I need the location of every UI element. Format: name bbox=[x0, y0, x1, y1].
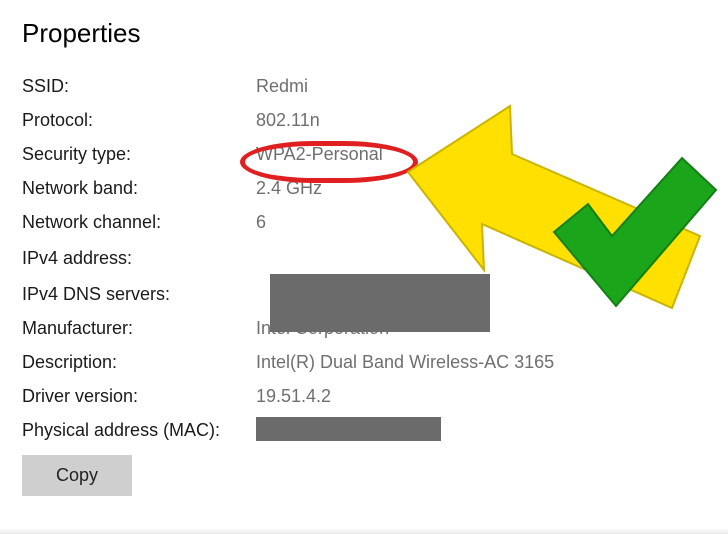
value-band: 2.4 GHz bbox=[256, 179, 322, 197]
value-description: Intel(R) Dual Band Wireless-AC 3165 bbox=[256, 353, 554, 371]
row-mac: Physical address (MAC): bbox=[22, 413, 706, 447]
label-description: Description: bbox=[22, 353, 256, 371]
value-protocol: 802.11n bbox=[256, 111, 320, 129]
label-channel: Network channel: bbox=[22, 213, 256, 231]
label-ipv4: IPv4 address: bbox=[22, 249, 256, 267]
value-driver: 19.51.4.2 bbox=[256, 387, 331, 405]
row-description: Description: Intel(R) Dual Band Wireless… bbox=[22, 345, 706, 379]
value-channel: 6 bbox=[256, 213, 266, 231]
label-ssid: SSID: bbox=[22, 77, 256, 95]
label-driver: Driver version: bbox=[22, 387, 256, 405]
value-ssid: Redmi bbox=[256, 77, 308, 95]
row-band: Network band: 2.4 GHz bbox=[22, 171, 706, 205]
label-manufacturer: Manufacturer: bbox=[22, 319, 256, 337]
value-security: WPA2-Personal bbox=[256, 145, 383, 163]
redacted-ipv4-dns bbox=[270, 274, 490, 332]
row-protocol: Protocol: 802.11n bbox=[22, 103, 706, 137]
row-channel: Network channel: 6 bbox=[22, 205, 706, 239]
redacted-mac bbox=[256, 417, 441, 441]
label-mac: Physical address (MAC): bbox=[22, 421, 256, 439]
properties-panel: Properties SSID: Redmi Protocol: 802.11n… bbox=[0, 0, 728, 504]
label-band: Network band: bbox=[22, 179, 256, 197]
row-ssid: SSID: Redmi bbox=[22, 69, 706, 103]
page-title: Properties bbox=[22, 18, 706, 49]
row-driver: Driver version: 19.51.4.2 bbox=[22, 379, 706, 413]
copy-button[interactable]: Copy bbox=[22, 455, 132, 496]
row-security: Security type: WPA2-Personal bbox=[22, 137, 706, 171]
label-dns: IPv4 DNS servers: bbox=[22, 285, 256, 303]
label-security: Security type: bbox=[22, 145, 256, 163]
label-protocol: Protocol: bbox=[22, 111, 256, 129]
row-ipv4: IPv4 address: bbox=[22, 239, 706, 277]
bottom-edge bbox=[0, 528, 728, 534]
